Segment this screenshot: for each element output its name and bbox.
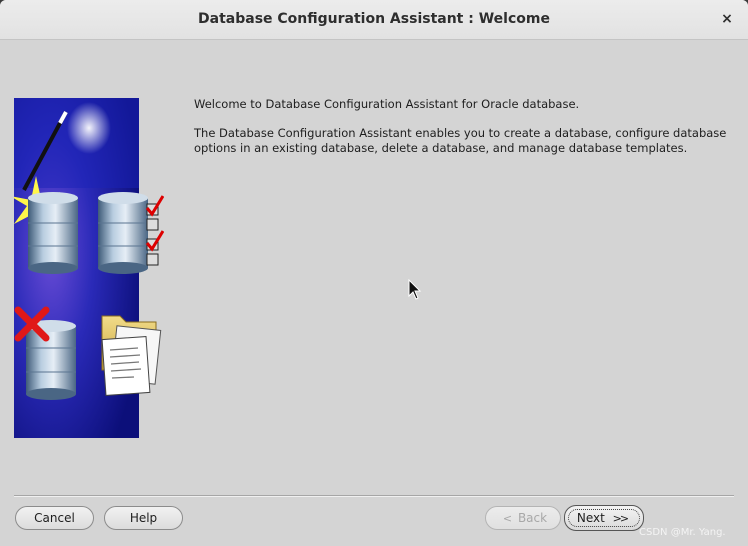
- dialog-content: Welcome to Database Configuration Assist…: [0, 40, 748, 546]
- description-text: The Database Configuration Assistant ena…: [194, 126, 727, 155]
- window-title: Database Configuration Assistant : Welco…: [198, 11, 550, 27]
- close-button[interactable]: ×: [718, 10, 736, 28]
- button-separator: [14, 495, 734, 497]
- help-button[interactable]: Help: [104, 506, 183, 530]
- watermark-text: CSDN @Mr. Yang.: [639, 527, 726, 538]
- mouse-pointer-icon: [408, 279, 422, 300]
- welcome-line: Welcome to Database Configuration Assist…: [194, 97, 580, 111]
- back-button[interactable]: < Back: [485, 506, 561, 530]
- next-button[interactable]: Next >>: [564, 505, 644, 531]
- cancel-button[interactable]: Cancel: [15, 506, 94, 530]
- title-bar[interactable]: Database Configuration Assistant : Welco…: [0, 0, 748, 40]
- welcome-text: Welcome to Database Configuration Assist…: [194, 97, 734, 170]
- dialog-window: Database Configuration Assistant : Welco…: [0, 0, 748, 546]
- focus-ring: [568, 509, 640, 527]
- back-arrow-icon: <: [502, 512, 512, 525]
- database-wizard-illustration: [14, 98, 164, 438]
- back-label: Back: [517, 511, 548, 525]
